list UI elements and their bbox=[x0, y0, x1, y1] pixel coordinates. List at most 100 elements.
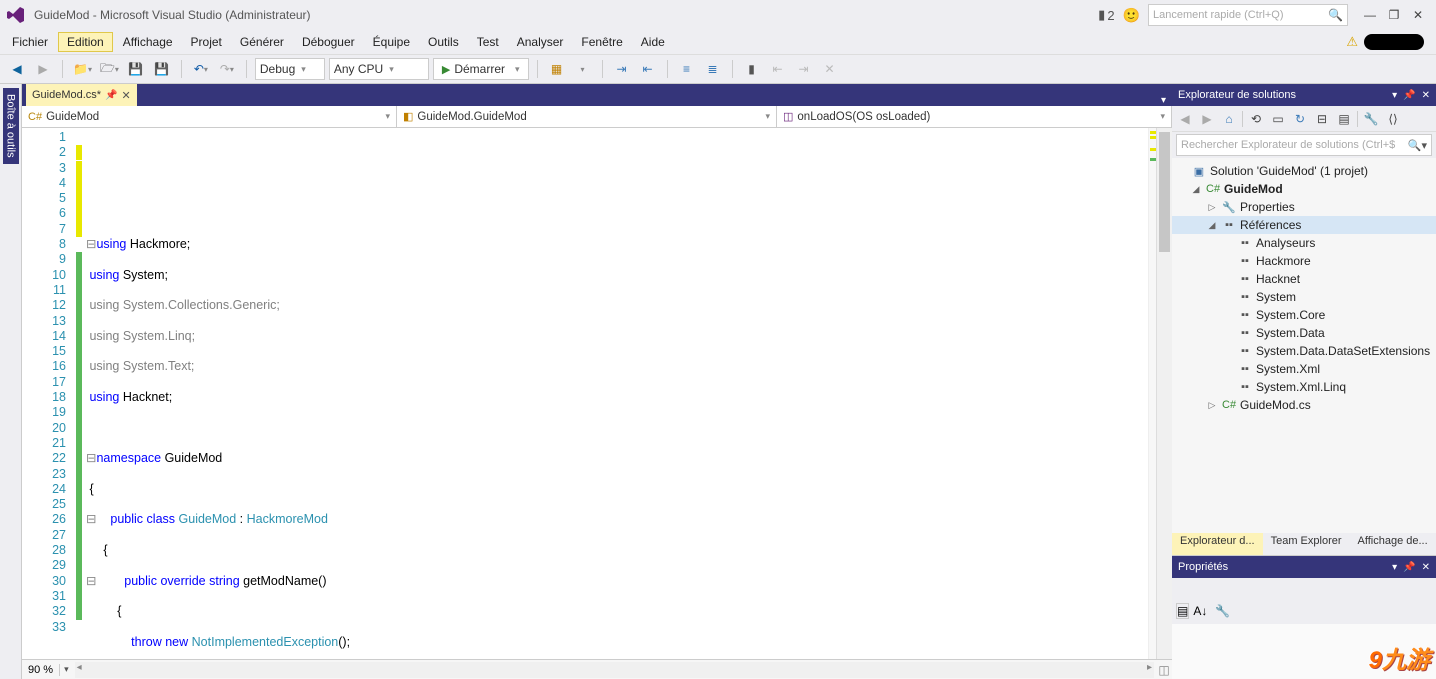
marker-margin bbox=[1148, 128, 1156, 659]
vertical-scrollbar[interactable] bbox=[1156, 128, 1172, 659]
autohide-icon[interactable]: 📌 bbox=[1403, 562, 1415, 573]
document-tab-guidemod[interactable]: GuideMod.cs* 📌 ✕ bbox=[26, 84, 137, 106]
sol-sync-icon[interactable]: ⟲ bbox=[1247, 110, 1265, 128]
redo-button[interactable]: ↷▾ bbox=[216, 58, 238, 80]
close-panel-icon[interactable]: ✕ bbox=[1422, 562, 1430, 573]
properties-node[interactable]: ▷🔧Properties bbox=[1172, 198, 1436, 216]
prop-alpha-icon[interactable]: A↓ bbox=[1193, 604, 1207, 618]
menu-outils[interactable]: Outils bbox=[420, 33, 467, 51]
reference-item[interactable]: ▪▪System.Core bbox=[1172, 306, 1436, 324]
file-node-guidemod[interactable]: ▷C#GuideMod.cs bbox=[1172, 396, 1436, 414]
pin-panel-icon[interactable]: ▾ bbox=[1392, 562, 1397, 573]
menu-generer[interactable]: Générer bbox=[232, 33, 292, 51]
references-node[interactable]: ◢▪▪Références bbox=[1172, 216, 1436, 234]
menu-fichier[interactable]: Fichier bbox=[4, 33, 56, 51]
split-icon[interactable]: ◫ bbox=[1156, 663, 1172, 677]
quick-launch-placeholder: Lancement rapide (Ctrl+Q) bbox=[1153, 9, 1284, 21]
autohide-icon[interactable]: 📌 bbox=[1403, 90, 1415, 101]
menu-analyser[interactable]: Analyser bbox=[509, 33, 572, 51]
reference-item[interactable]: ▪▪Hacknet bbox=[1172, 270, 1436, 288]
open-file-button[interactable]: 🗁▾ bbox=[98, 58, 121, 80]
clear-bookmark-icon[interactable]: ✕ bbox=[819, 58, 841, 80]
project-node[interactable]: ◢C#GuideMod bbox=[1172, 180, 1436, 198]
solution-tree[interactable]: ▣Solution 'GuideMod' (1 projet) ◢C#Guide… bbox=[1172, 158, 1436, 533]
tb-icon-1[interactable]: ▦ bbox=[546, 58, 568, 80]
menu-equipe[interactable]: Équipe bbox=[365, 33, 418, 51]
tab-team-explorer[interactable]: Team Explorer bbox=[1263, 533, 1350, 555]
prop-categorized-icon[interactable]: ▤ bbox=[1176, 603, 1189, 619]
horizontal-scrollbar[interactable] bbox=[75, 662, 1154, 678]
reference-item[interactable]: ▪▪Analyseurs bbox=[1172, 234, 1436, 252]
account-badge[interactable] bbox=[1364, 34, 1424, 50]
sol-scope-icon[interactable]: ▭ bbox=[1269, 110, 1287, 128]
bookmark-icon[interactable]: ▮ bbox=[741, 58, 763, 80]
menu-deboguer[interactable]: Déboguer bbox=[294, 33, 363, 51]
sol-properties-icon[interactable]: 🔧 bbox=[1362, 110, 1380, 128]
window-title: GuideMod - Microsoft Visual Studio (Admi… bbox=[34, 8, 311, 22]
zoom-level[interactable]: 90 % bbox=[22, 664, 60, 676]
sol-back-icon[interactable]: ◀ bbox=[1176, 110, 1194, 128]
tab-solution-explorer[interactable]: Explorateur d... bbox=[1172, 533, 1263, 555]
warning-icon[interactable]: ⚠ bbox=[1346, 34, 1358, 50]
quick-launch-input[interactable]: Lancement rapide (Ctrl+Q) 🔍 bbox=[1148, 4, 1348, 26]
close-panel-icon[interactable]: ✕ bbox=[1422, 90, 1430, 101]
tb-outdent-icon[interactable]: ≣ bbox=[702, 58, 724, 80]
reference-item[interactable]: ▪▪System.Data bbox=[1172, 324, 1436, 342]
nav-scope-combo[interactable]: C# GuideMod▾ bbox=[22, 106, 397, 127]
undo-button[interactable]: ↶▾ bbox=[190, 58, 212, 80]
platform-combo[interactable]: Any CPU▾ bbox=[329, 58, 429, 80]
menu-fenetre[interactable]: Fenêtre bbox=[573, 33, 630, 51]
reference-item[interactable]: ▪▪Hackmore bbox=[1172, 252, 1436, 270]
tb-uncomment-icon[interactable]: ⇤ bbox=[637, 58, 659, 80]
save-button[interactable]: 💾 bbox=[125, 58, 147, 80]
sol-refresh-icon[interactable]: ↻ bbox=[1291, 110, 1309, 128]
sol-collapse-icon[interactable]: ⊟ bbox=[1313, 110, 1331, 128]
tab-class-view[interactable]: Affichage de... bbox=[1350, 533, 1436, 555]
pin-icon[interactable]: 📌 bbox=[105, 90, 117, 101]
nav-member-combo[interactable]: ◫ onLoadOS(OS osLoaded)▾ bbox=[777, 106, 1172, 127]
tab-overflow-icon[interactable]: ▾ bbox=[1155, 95, 1172, 106]
sol-preview-icon[interactable]: ⟨⟩ bbox=[1384, 110, 1402, 128]
menu-affichage[interactable]: Affichage bbox=[115, 33, 181, 51]
solution-search-input[interactable]: Rechercher Explorateur de solutions (Ctr… bbox=[1176, 134, 1432, 156]
tb-comment-icon[interactable]: ⇥ bbox=[611, 58, 633, 80]
feedback-icon[interactable]: 🙂 bbox=[1123, 7, 1140, 24]
next-bookmark-icon[interactable]: ⇥ bbox=[793, 58, 815, 80]
solution-node[interactable]: ▣Solution 'GuideMod' (1 projet) bbox=[1172, 162, 1436, 180]
save-all-button[interactable]: 💾 bbox=[151, 58, 173, 80]
menu-aide[interactable]: Aide bbox=[633, 33, 673, 51]
notification-badge[interactable]: ▮2 bbox=[1098, 7, 1114, 23]
properties-panel: Propriétés ▾ 📌 ✕ ▤ A↓ 🔧 9九游 bbox=[1172, 555, 1436, 679]
start-debug-button[interactable]: ▶Démarrer▾ bbox=[433, 58, 529, 80]
menu-edition[interactable]: Edition bbox=[58, 32, 113, 52]
sol-forward-icon[interactable]: ▶ bbox=[1198, 110, 1216, 128]
prop-wrench-icon[interactable]: 🔧 bbox=[1215, 604, 1230, 618]
close-tab-icon[interactable]: ✕ bbox=[122, 89, 131, 102]
sol-showall-icon[interactable]: ▤ bbox=[1335, 110, 1353, 128]
code-editor[interactable]: ⊟using Hackmore; using System; using Sys… bbox=[72, 128, 1148, 659]
tb-indent-icon[interactable]: ≡ bbox=[676, 58, 698, 80]
properties-header: Propriétés ▾ 📌 ✕ bbox=[1172, 556, 1436, 578]
properties-toolbar: ▤ A↓ 🔧 bbox=[1172, 598, 1436, 624]
restore-button[interactable]: ❐ bbox=[1382, 3, 1406, 27]
nav-forward-button[interactable]: ▶ bbox=[32, 58, 54, 80]
reference-item[interactable]: ▪▪System.Data.DataSetExtensions bbox=[1172, 342, 1436, 360]
zoom-chevron-icon[interactable]: ▾ bbox=[60, 664, 73, 675]
side-toolbox-tab[interactable]: Boîte à outils bbox=[0, 84, 22, 679]
pin-panel-icon[interactable]: ▾ bbox=[1392, 90, 1397, 101]
new-project-button[interactable]: 📁▾ bbox=[71, 58, 94, 80]
config-combo[interactable]: Debug▾ bbox=[255, 58, 325, 80]
menu-test[interactable]: Test bbox=[469, 33, 507, 51]
document-tab-label: GuideMod.cs* bbox=[32, 89, 101, 101]
reference-item[interactable]: ▪▪System.Xml bbox=[1172, 360, 1436, 378]
tb-icon-2[interactable]: ▾ bbox=[572, 58, 594, 80]
reference-item[interactable]: ▪▪System bbox=[1172, 288, 1436, 306]
reference-item[interactable]: ▪▪System.Xml.Linq bbox=[1172, 378, 1436, 396]
sol-home-icon[interactable]: ⌂ bbox=[1220, 110, 1238, 128]
nav-back-button[interactable]: ◀ bbox=[6, 58, 28, 80]
prev-bookmark-icon[interactable]: ⇤ bbox=[767, 58, 789, 80]
nav-type-combo[interactable]: ◧ GuideMod.GuideMod▾ bbox=[397, 106, 777, 127]
menu-projet[interactable]: Projet bbox=[183, 33, 230, 51]
minimize-button[interactable]: — bbox=[1358, 3, 1382, 27]
close-button[interactable]: ✕ bbox=[1406, 3, 1430, 27]
